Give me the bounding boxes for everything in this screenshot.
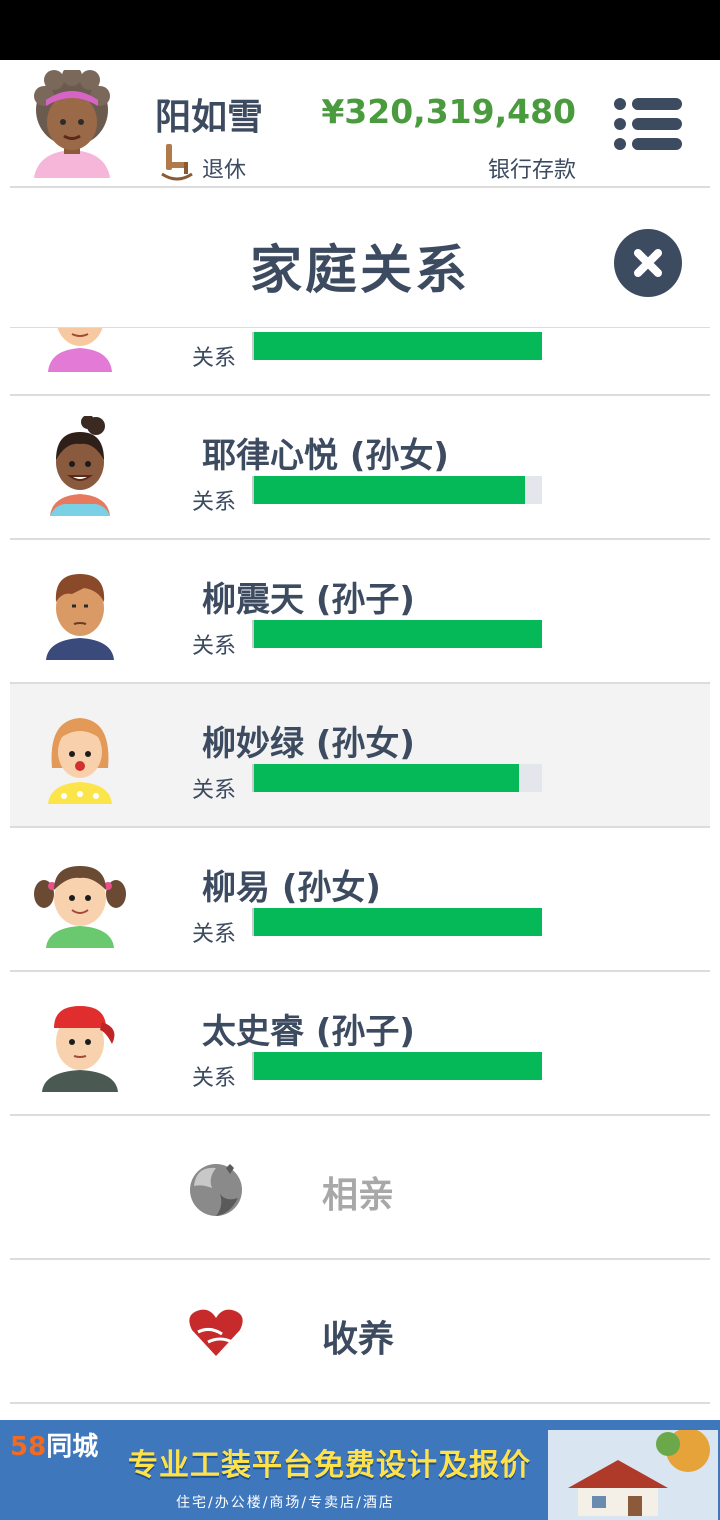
occupation-label: 退休 xyxy=(202,158,247,183)
relationship-row[interactable]: 柳易 (孙女) 关系 xyxy=(10,828,710,972)
ad-logo-number: 58 xyxy=(10,1432,47,1462)
relative-name: 柳震天 (孙子) xyxy=(202,580,415,620)
relationship-bar-fill xyxy=(254,476,525,504)
relative-name: 柳易 (孙女) xyxy=(202,868,381,908)
relationship-label: 关系 xyxy=(192,346,237,371)
relationship-bar xyxy=(252,476,542,504)
ad-subline: 住宅/办公楼/商场/专卖店/酒店 xyxy=(176,1495,395,1511)
relative-name: 太史睿 (孙子) xyxy=(202,1012,415,1052)
granddaughter-avatar xyxy=(34,866,126,948)
ad-headline: 专业工装平台免费设计及报价 xyxy=(128,1448,531,1483)
dating-button[interactable]: 相亲 xyxy=(10,1116,710,1260)
adopt-button[interactable]: 收养 xyxy=(10,1260,710,1404)
grandson-avatar xyxy=(46,574,114,660)
relationship-bar-fill xyxy=(254,332,542,360)
grandson-avatar xyxy=(42,1006,118,1092)
relationship-bar xyxy=(252,332,542,360)
granddaughter-avatar xyxy=(50,416,110,516)
relationship-label: 关系 xyxy=(192,1066,237,1091)
relationship-label: 关系 xyxy=(192,634,237,659)
rocking-chair-icon xyxy=(161,144,193,181)
house-illustration xyxy=(548,1430,718,1520)
relationship-row[interactable]: 柳妙绿 (孙女) 关系 xyxy=(10,684,710,828)
bank-balance: ¥320,319,480 xyxy=(321,92,576,131)
player-avatar[interactable] xyxy=(30,70,114,178)
bank-balance-label: 银行存款 xyxy=(487,158,576,183)
relative-name: 耶律心悦 (孙女) xyxy=(202,436,449,476)
page-title: 家庭关系 xyxy=(249,241,470,301)
close-icon xyxy=(634,249,662,277)
granddaughter-avatar xyxy=(48,328,112,372)
relationship-row[interactable]: 关系 xyxy=(10,328,710,396)
relationship-label: 关系 xyxy=(192,778,237,803)
ad-logo-text: 同城 xyxy=(46,1432,99,1462)
menu-icon[interactable] xyxy=(612,96,684,152)
relative-name: 柳妙绿 (孙女) xyxy=(202,724,415,764)
close-button[interactable] xyxy=(614,229,682,297)
ad-banner[interactable]: 58同城 专业工装平台免费设计及报价 住宅/办公楼/商场/专卖店/酒店 xyxy=(0,1420,720,1520)
heart-hands-icon xyxy=(189,1309,243,1356)
relationship-row[interactable]: 耶律心悦 (孙女) 关系 xyxy=(10,396,710,540)
dating-label: 相亲 xyxy=(322,1175,395,1216)
relationship-bar-fill xyxy=(254,764,519,792)
relationship-list[interactable]: 关系 耶律心悦 (孙女) 关系 柳震天 (孙子) 关系 柳妙绿 (孙女) 关系 … xyxy=(0,328,720,1418)
player-name: 阳如雪 xyxy=(155,97,264,138)
ad-logo: 58同城 xyxy=(10,1426,98,1463)
relationship-row[interactable]: 柳震天 (孙子) 关系 xyxy=(10,540,710,684)
header-divider xyxy=(10,186,710,188)
matchmaking-icon xyxy=(190,1164,242,1216)
relationship-bar-fill xyxy=(254,620,542,648)
relationship-row[interactable]: 太史睿 (孙子) 关系 xyxy=(10,972,710,1116)
relationship-label: 关系 xyxy=(192,922,237,947)
granddaughter-avatar xyxy=(48,718,112,804)
relationship-bar-fill xyxy=(254,1052,542,1080)
relationship-bar xyxy=(252,1052,542,1080)
relationship-bar xyxy=(252,764,542,792)
relationship-bar xyxy=(252,620,542,648)
status-bar xyxy=(0,0,720,60)
adopt-label: 收养 xyxy=(322,1319,395,1360)
relationship-label: 关系 xyxy=(192,490,237,515)
relationship-bar-fill xyxy=(254,908,542,936)
relationship-bar xyxy=(252,908,542,936)
